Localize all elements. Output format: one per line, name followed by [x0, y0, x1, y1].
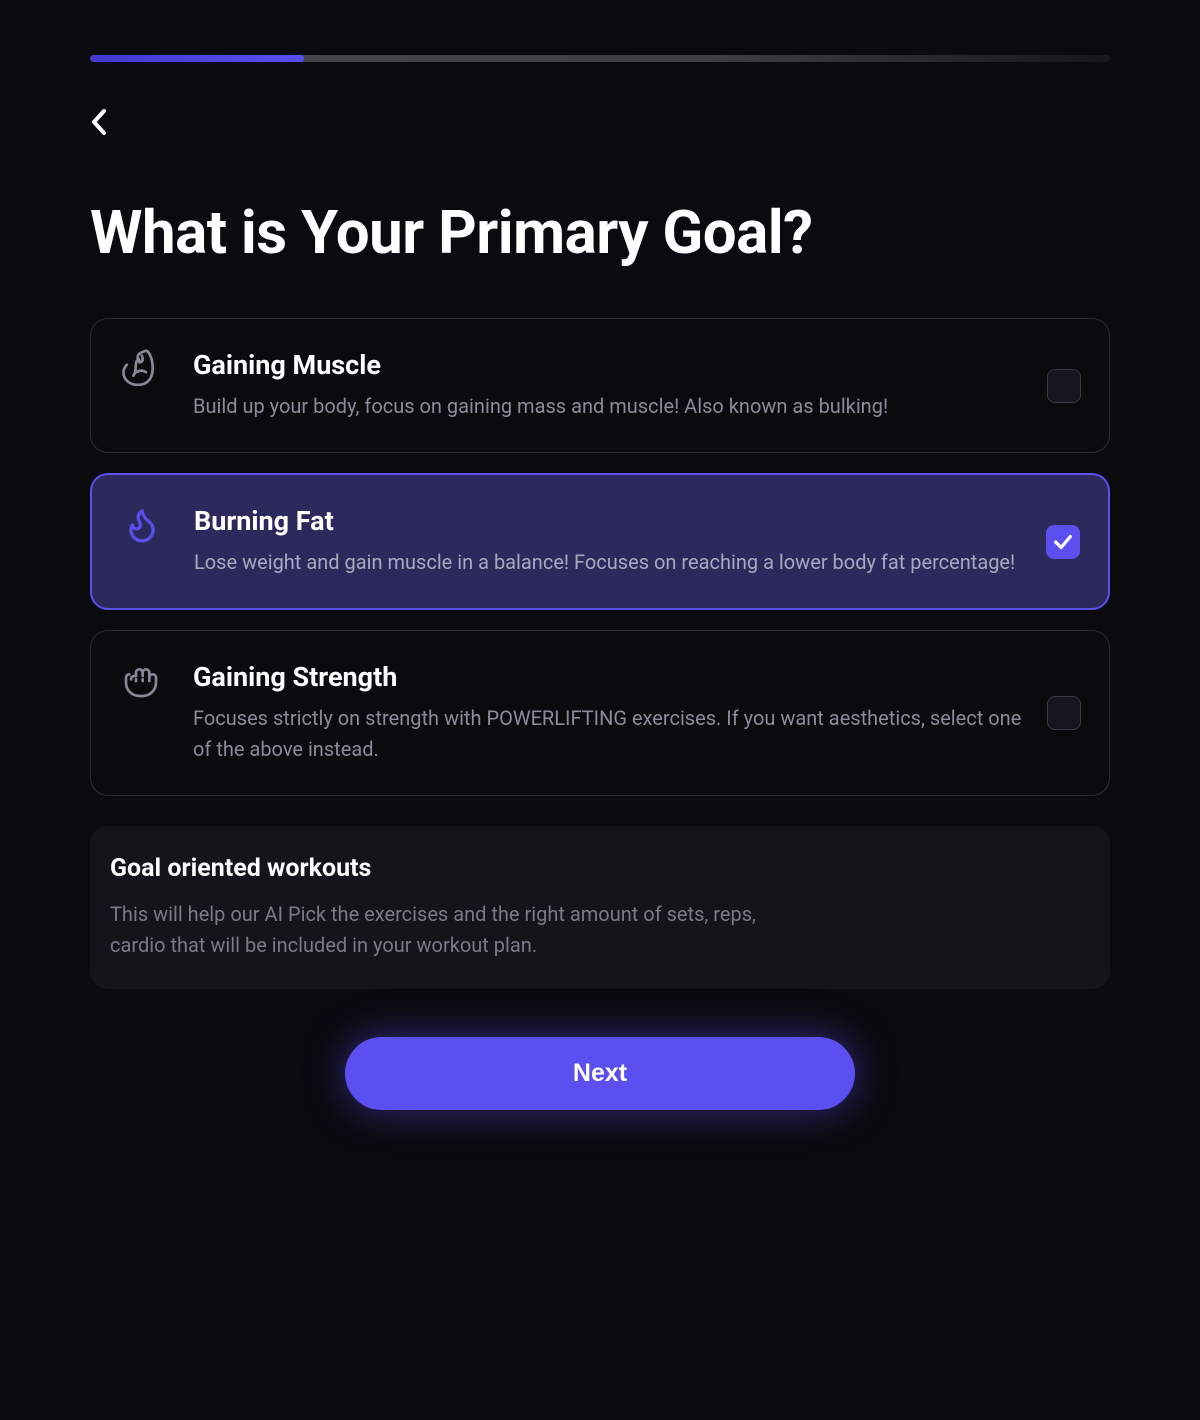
option-title: Burning Fat: [194, 505, 1026, 537]
flame-icon: [120, 503, 164, 547]
page-title: What is Your Primary Goal?: [90, 197, 1110, 268]
option-checkbox[interactable]: [1047, 369, 1081, 403]
option-title: Gaining Muscle: [193, 349, 1027, 381]
option-gaining-strength[interactable]: Gaining Strength Focuses strictly on str…: [90, 630, 1110, 796]
chevron-left-icon: [90, 108, 108, 136]
progress-fill: [90, 55, 304, 62]
option-title: Gaining Strength: [193, 661, 1027, 693]
back-button[interactable]: [90, 102, 130, 142]
options-list: Gaining Muscle Build up your body, focus…: [90, 318, 1110, 796]
option-checkbox[interactable]: [1047, 696, 1081, 730]
info-description: This will help our AI Pick the exercises…: [110, 899, 770, 961]
info-title: Goal oriented workouts: [110, 854, 1090, 883]
option-gaining-muscle[interactable]: Gaining Muscle Build up your body, focus…: [90, 318, 1110, 453]
fist-icon: [119, 659, 163, 703]
option-description: Lose weight and gain muscle in a balance…: [194, 547, 1026, 578]
biceps-icon: [119, 347, 163, 391]
progress-bar: [90, 55, 1110, 62]
option-description: Focuses strictly on strength with POWERL…: [193, 703, 1027, 765]
option-burning-fat[interactable]: Burning Fat Lose weight and gain muscle …: [90, 473, 1110, 610]
option-description: Build up your body, focus on gaining mas…: [193, 391, 1027, 422]
next-button[interactable]: Next: [345, 1037, 855, 1110]
option-checkbox-checked[interactable]: [1046, 525, 1080, 559]
check-icon: [1052, 531, 1074, 553]
info-box: Goal oriented workouts This will help ou…: [90, 826, 1110, 989]
